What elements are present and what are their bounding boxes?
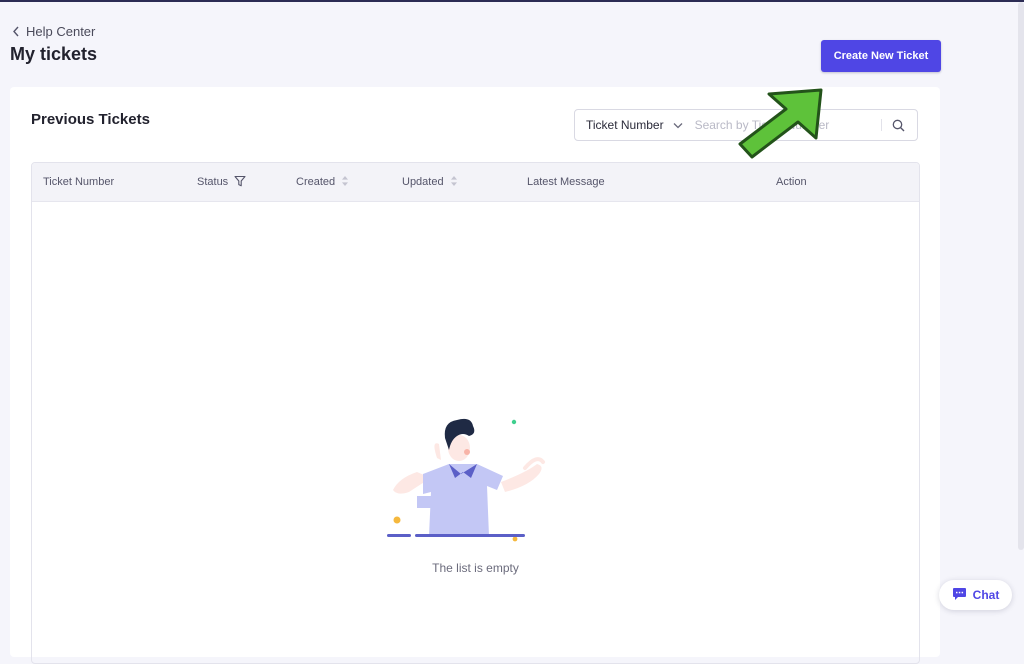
- chat-label: Chat: [972, 588, 1000, 602]
- create-new-ticket-button[interactable]: Create New Ticket: [821, 40, 941, 72]
- search-type-label: Ticket Number: [586, 118, 664, 132]
- breadcrumb[interactable]: Help Center: [12, 22, 95, 40]
- previous-tickets-card: Previous Tickets Ticket Number Ticket Nu…: [10, 87, 940, 664]
- column-ticket-number: Ticket Number: [43, 163, 114, 201]
- column-updated: Updated: [402, 163, 458, 201]
- sort-icon[interactable]: [341, 175, 349, 190]
- column-status: Status: [197, 163, 246, 201]
- column-label: Updated: [402, 176, 444, 188]
- column-label: Created: [296, 176, 336, 188]
- search-divider: [881, 119, 882, 131]
- top-border: [0, 0, 1024, 2]
- sort-icon[interactable]: [450, 175, 458, 190]
- column-created: Created: [296, 163, 349, 201]
- chat-button[interactable]: Chat: [939, 580, 1012, 610]
- empty-list-message: The list is empty: [432, 561, 519, 575]
- scrollbar[interactable]: [1018, 2, 1024, 550]
- card-title: Previous Tickets: [31, 111, 150, 128]
- filter-icon[interactable]: [234, 175, 246, 190]
- column-label: Status: [197, 176, 229, 188]
- arrow-pointer-icon: [734, 84, 830, 169]
- chevron-left-icon: [12, 26, 20, 37]
- breadcrumb-help-center[interactable]: Help Center: [26, 24, 95, 39]
- column-label: Latest Message: [527, 176, 605, 188]
- chevron-down-icon: [673, 118, 683, 132]
- search-icon[interactable]: [892, 119, 905, 132]
- tickets-table: Ticket Number Status Created Updated Lat…: [31, 162, 920, 664]
- empty-list-illustration: [387, 418, 545, 542]
- page-title: My tickets: [10, 44, 98, 64]
- column-label: Action: [776, 176, 807, 188]
- chat-bubble-icon: [952, 587, 967, 604]
- empty-state: The list is empty: [32, 202, 919, 662]
- column-latest-message: Latest Message: [527, 163, 605, 201]
- search-type-dropdown[interactable]: Ticket Number: [575, 110, 693, 140]
- column-label: Ticket Number: [43, 176, 115, 188]
